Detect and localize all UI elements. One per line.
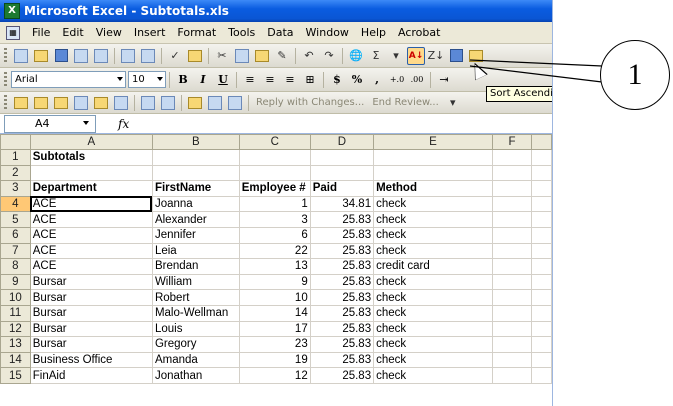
callout-number: 1 bbox=[600, 40, 670, 110]
callout-lines bbox=[469, 59, 603, 83]
